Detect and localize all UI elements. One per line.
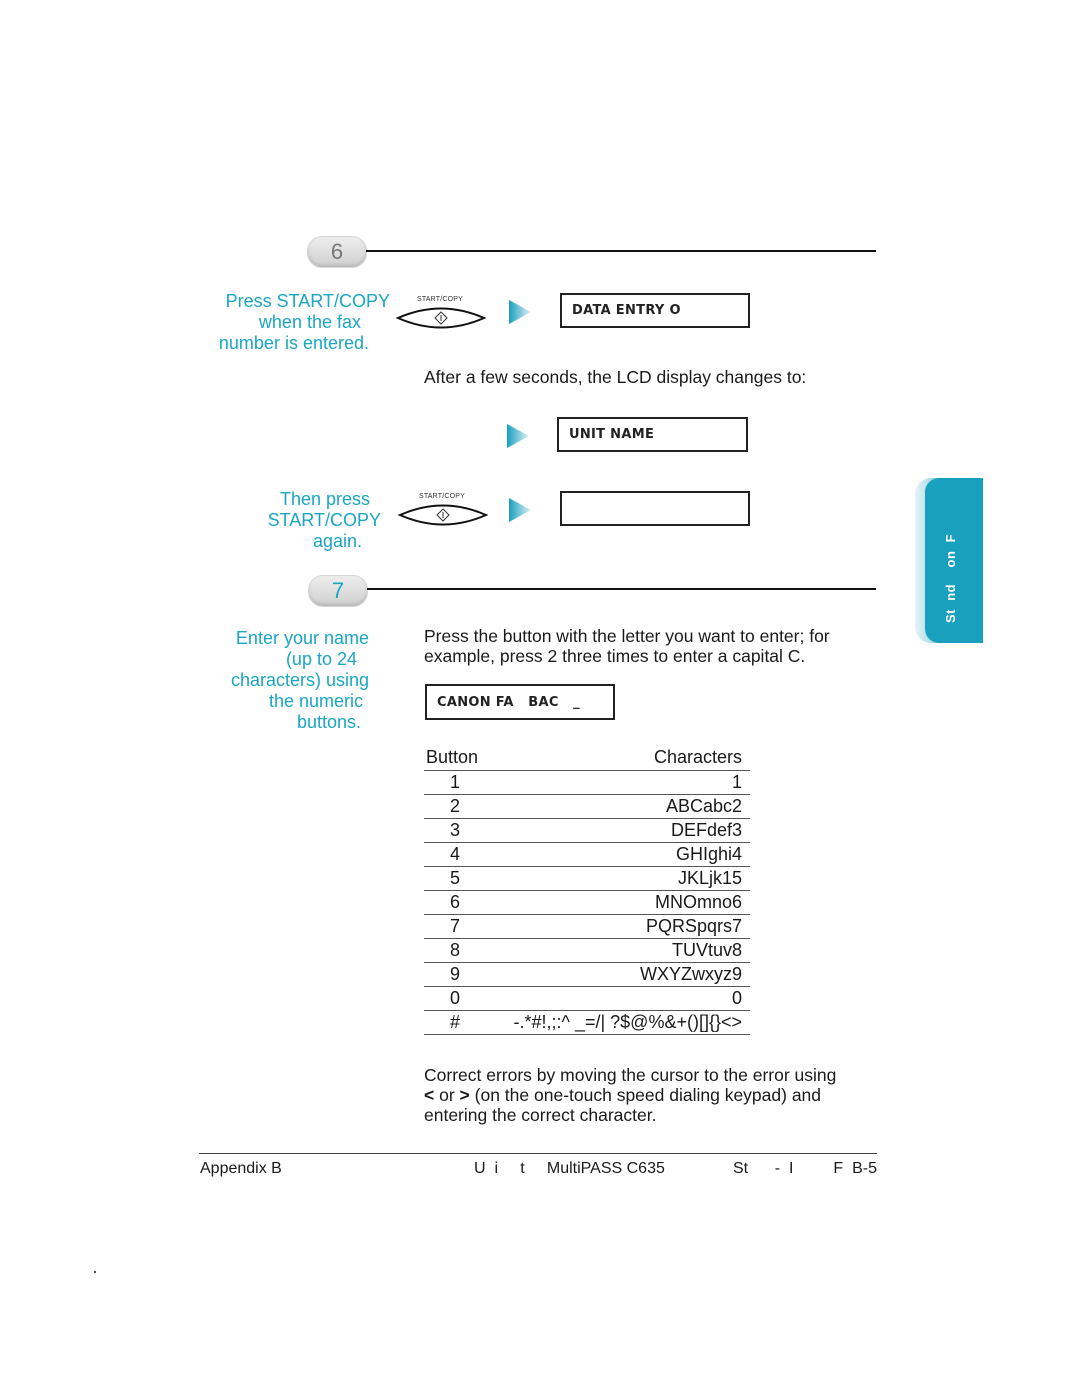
cell-characters: 0: [500, 986, 750, 1011]
cell-characters: WXYZwxyz9: [500, 962, 750, 987]
cell-button: 7: [424, 914, 500, 939]
table-row: 7 PQRSpqrs7: [424, 914, 750, 939]
footer-left: Appendix B: [200, 1160, 282, 1177]
cell-characters: DEFdef3: [500, 818, 750, 843]
cell-button: 1: [424, 770, 500, 795]
cell-characters: PQRSpqrs7: [500, 914, 750, 939]
start-copy-button: START/COPY: [396, 493, 488, 533]
lcd-display-name-entry: CANON FA BAC _: [425, 684, 615, 720]
instruction-line: (up to 24: [285, 649, 357, 669]
cell-button: 8: [424, 938, 500, 963]
arrow-right-icon: [506, 423, 530, 454]
step-6-instruction: Press START/COPY when the fax number is …: [190, 291, 390, 354]
column-header-button: Button: [424, 746, 500, 771]
body-line: < or > (on the one-touch speed dialing k…: [424, 1085, 836, 1105]
after-text: After a few seconds, the LCD display cha…: [424, 367, 807, 387]
start-copy-key-icon: [398, 504, 488, 526]
left-key-symbol: <: [424, 1085, 435, 1105]
or-text: or: [439, 1085, 455, 1105]
start-copy-button: START/COPY: [394, 296, 486, 336]
instruction-line: buttons.: [296, 712, 361, 732]
cell-characters: 1: [500, 770, 750, 795]
body-line: entering the correct character.: [424, 1105, 657, 1125]
step-6-instruction-2: Then press START/COPY again.: [200, 489, 381, 552]
cell-characters: JKLjk15: [500, 866, 750, 891]
cell-button: 2: [424, 794, 500, 819]
cell-button: 3: [424, 818, 500, 843]
instruction-line: Enter your name: [235, 628, 369, 648]
cell-button: #: [424, 1010, 500, 1035]
cell-characters: GHIghi4: [500, 842, 750, 867]
step-6-number: 6: [307, 236, 367, 268]
table-row: 11: [424, 770, 750, 795]
cell-characters: TUVtuv8: [500, 938, 750, 963]
stray-dot: [94, 1271, 96, 1273]
table-row: 6 MNOmno6: [424, 890, 750, 915]
footer-rule: [199, 1153, 877, 1154]
table-row: # -.*#!,;:^ _=/| ?$@%&+()[]{}<>: [424, 1010, 750, 1035]
instruction-line: Press START/COPY: [225, 291, 390, 311]
correct-errors-text: Correct errors by moving the cursor to t…: [424, 1065, 836, 1125]
table-header-row: Button Characters: [424, 746, 750, 771]
table-row: 5 JKLjk15: [424, 866, 750, 891]
cell-button: 0: [424, 986, 500, 1011]
table-row: 8 TUVtuv8: [424, 938, 750, 963]
instruction-line: START/COPY: [267, 510, 381, 530]
table-row: 4 GHIghi4: [424, 842, 750, 867]
cell-button: 4: [424, 842, 500, 867]
step-7-body: Press the button with the letter you wan…: [424, 626, 830, 666]
arrow-right-icon: [508, 497, 532, 528]
footer-middle: U i t MultiPASS C635: [474, 1160, 665, 1177]
cell-characters: ABCabc2: [500, 794, 750, 819]
cell-characters: MNOmno6: [500, 890, 750, 915]
start-copy-label: START/COPY: [416, 296, 464, 303]
instruction-line: when the fax: [258, 312, 361, 332]
step-7-number: 7: [308, 575, 368, 607]
start-copy-label: START/COPY: [418, 493, 466, 500]
instruction-line: again.: [312, 531, 362, 551]
instruction-line: characters) using: [230, 670, 369, 690]
column-header-characters: Characters: [500, 746, 750, 771]
step-6-rule: [366, 250, 876, 252]
cell-button: 5: [424, 866, 500, 891]
table-row: 00: [424, 986, 750, 1011]
body-line: Press the button with the letter you wan…: [424, 626, 830, 646]
table-row: 3 DEFdef3: [424, 818, 750, 843]
right-key-symbol: >: [459, 1085, 470, 1105]
cell-characters: -.*#!,;:^ _=/| ?$@%&+()[]{}<>: [500, 1010, 750, 1035]
arrow-right-icon: [508, 299, 532, 330]
step-7-instruction: Enter your name (up to 24 characters) us…: [200, 628, 369, 733]
lcd-display-data-entry: DATA ENTRY O: [560, 293, 750, 328]
table-row: 2 ABCabc2: [424, 794, 750, 819]
table-row: 9 WXYZwxyz9: [424, 962, 750, 987]
cell-button: 6: [424, 890, 500, 915]
instruction-line: Then press: [279, 489, 370, 509]
instruction-line: the numeric: [268, 691, 363, 711]
lcd-display-blank: [560, 491, 750, 526]
footer-right: St - I F B-5: [732, 1160, 877, 1177]
table-body: 1 1 2 ABCabc2 3 DEFdef3 4 GHIghi4 5 JKLjk15 6 MNOmn…: [424, 770, 750, 1035]
instruction-line: number is entered.: [218, 333, 369, 353]
section-side-tab: St nd on F: [915, 478, 983, 643]
lcd-display-unit-name: UNIT NAME: [557, 417, 748, 452]
body-line: example, press 2 three times to enter a …: [424, 646, 806, 666]
start-copy-key-icon: [396, 307, 486, 329]
side-tab-label: St nd on F: [943, 533, 958, 623]
cell-button: 9: [424, 962, 500, 987]
character-table: Button Characters 1 1 2 ABCabc2 3 DEFdef3 4 GHI…: [424, 746, 750, 1035]
body-line: Correct errors by moving the cursor to t…: [424, 1065, 837, 1085]
step-7-rule: [367, 588, 876, 590]
body-line-rest: (on the one-touch speed dialing keypad) …: [474, 1085, 822, 1105]
